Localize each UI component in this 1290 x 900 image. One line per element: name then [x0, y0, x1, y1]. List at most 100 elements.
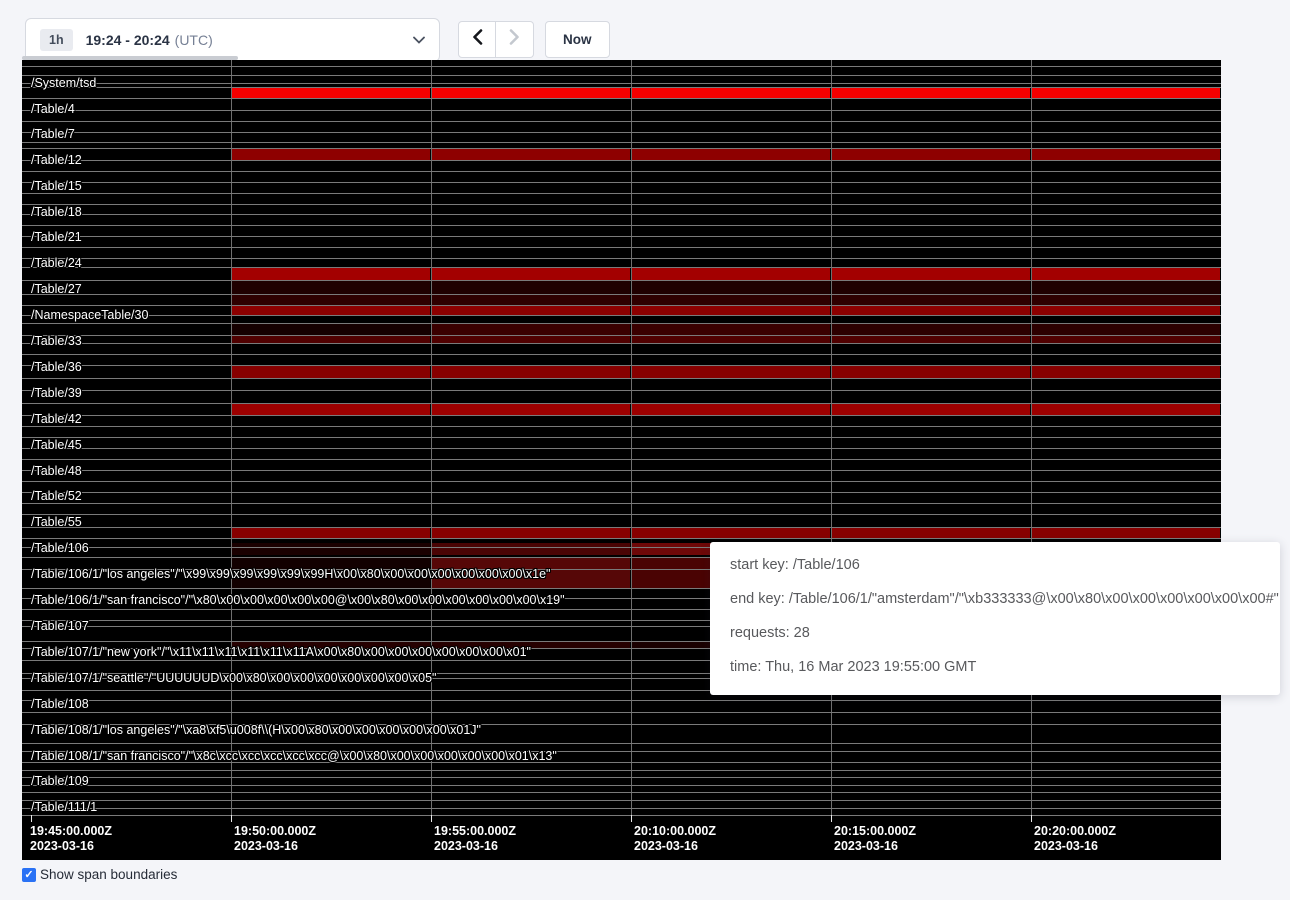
heat-cell: [232, 366, 430, 378]
span-boundary-line: [22, 98, 1221, 99]
heat-cell: [632, 404, 830, 415]
span-boundary-line: [22, 403, 1221, 404]
span-boundary-line: [22, 538, 1221, 539]
heat-cell: [432, 324, 630, 335]
axis-tick: [831, 815, 832, 822]
row-label: /Table/4: [31, 102, 75, 116]
heat-cell: [632, 336, 830, 343]
span-boundary-line: [22, 160, 1221, 161]
tooltip-time: time: Thu, 16 Mar 2023 19:55:00 GMT: [730, 657, 1260, 677]
key-visualizer-canvas[interactable]: /System/tsd/Table/4/Table/7/Table/12/Tab…: [22, 60, 1221, 860]
span-boundary-line: [22, 777, 1221, 778]
span-boundary-line: [22, 378, 1221, 379]
heat-cell: [232, 336, 430, 343]
heat-cell: [232, 528, 430, 538]
row-label: /Table/7: [31, 127, 75, 141]
span-boundary-line: [22, 121, 1221, 122]
heat-cell: [832, 306, 1030, 315]
axis-tick-label: 19:50:00.000Z2023-03-16: [234, 824, 316, 854]
span-boundary-line: [22, 800, 1221, 801]
axis-tick-label: 20:10:00.000Z2023-03-16: [634, 824, 716, 854]
heat-cell: [832, 88, 1030, 98]
heat-cell: [632, 324, 830, 335]
chevron-left-icon: [472, 29, 483, 50]
span-boundary-line: [22, 75, 1221, 76]
heat-cell: [1032, 295, 1220, 305]
axis-tick-label: 20:15:00.000Z2023-03-16: [834, 824, 916, 854]
tooltip-requests: requests: 28: [730, 623, 1260, 643]
heat-cell: [832, 324, 1030, 335]
axis-tick-label: 19:55:00.000Z2023-03-16: [434, 824, 516, 854]
heat-cell: [432, 268, 630, 280]
heat-cell: [832, 404, 1030, 415]
span-boundary-line: [22, 247, 1221, 248]
heat-cell: [1032, 366, 1220, 378]
span-boundary-line: [22, 785, 1221, 786]
span-boundary-line: [22, 481, 1221, 482]
row-label: /Table/24: [31, 256, 82, 270]
time-range-text: 19:24 - 20:24: [86, 32, 170, 48]
row-label: /System/tsd: [31, 76, 96, 90]
row-label: /Table/111/1: [31, 800, 97, 814]
row-label: /Table/27: [31, 282, 82, 296]
span-boundary-line: [22, 214, 1221, 215]
heat-cell: [432, 295, 630, 305]
heat-cell: [832, 528, 1030, 538]
span-boundary-line: [22, 193, 1221, 194]
row-label: /Table/15: [31, 179, 82, 193]
time-nav-group: [458, 21, 534, 58]
span-boundary-line: [22, 83, 1221, 84]
axis-tick: [631, 815, 632, 822]
axis-tick: [31, 815, 32, 822]
span-boundary-line: [22, 110, 1221, 111]
footer: ✓ Show span boundaries: [22, 867, 177, 882]
heat-cell: [832, 366, 1030, 378]
previous-interval-button[interactable]: [458, 21, 496, 58]
row-label: /Table/109: [31, 774, 89, 788]
gridline-vertical: [431, 60, 432, 818]
next-interval-button[interactable]: [496, 21, 534, 58]
heat-cell: [1032, 404, 1220, 415]
chevron-down-icon: [413, 36, 425, 44]
row-label: /Table/18: [31, 205, 82, 219]
heat-cell: [1032, 306, 1220, 315]
show-span-boundaries-checkbox[interactable]: ✓: [22, 868, 36, 882]
span-boundary-line: [22, 365, 1221, 366]
heat-cell: [1032, 268, 1220, 280]
row-label: /Table/45: [31, 438, 82, 452]
now-button[interactable]: Now: [545, 21, 610, 58]
row-label: /Table/52: [31, 489, 82, 503]
span-boundary-line: [22, 712, 1221, 713]
heat-cell: [232, 404, 430, 415]
span-boundary-line: [22, 267, 1221, 268]
gridline-vertical: [831, 60, 832, 818]
axis-tick: [231, 815, 232, 822]
hover-tooltip: start key: /Table/106 end key: /Table/10…: [710, 542, 1280, 695]
span-boundary-line: [22, 204, 1221, 205]
span-boundary-line: [22, 459, 1221, 460]
row-label: /NamespaceTable/30: [31, 308, 148, 322]
span-boundary-line: [22, 305, 1221, 306]
heat-cell: [232, 281, 430, 294]
row-label: /Table/107: [31, 619, 89, 633]
heat-cell: [832, 336, 1030, 343]
heat-cell: [1032, 528, 1220, 538]
heat-cell: [432, 306, 630, 315]
span-boundary-line: [22, 700, 1221, 701]
span-boundary-line: [22, 236, 1221, 237]
heat-cell: [1032, 336, 1220, 343]
row-label: /Table/106/1/"san francisco"/"\x80\x00\x…: [31, 593, 565, 607]
span-boundary-line: [22, 808, 1221, 809]
heat-cell: [632, 149, 830, 160]
span-boundary-line: [22, 503, 1221, 504]
heat-cell: [832, 149, 1030, 160]
tooltip-end-key: end key: /Table/106/1/"amsterdam"/"\xb33…: [730, 589, 1260, 609]
heat-cell: [1032, 88, 1220, 98]
heat-cell: [232, 295, 430, 305]
span-boundary-line: [22, 415, 1221, 416]
row-label: /Table/42: [31, 412, 82, 426]
span-boundary-line: [22, 470, 1221, 471]
tooltip-start-key: start key: /Table/106: [730, 555, 1260, 575]
row-label: /Table/21: [31, 230, 82, 244]
gridline-vertical: [1031, 60, 1032, 818]
